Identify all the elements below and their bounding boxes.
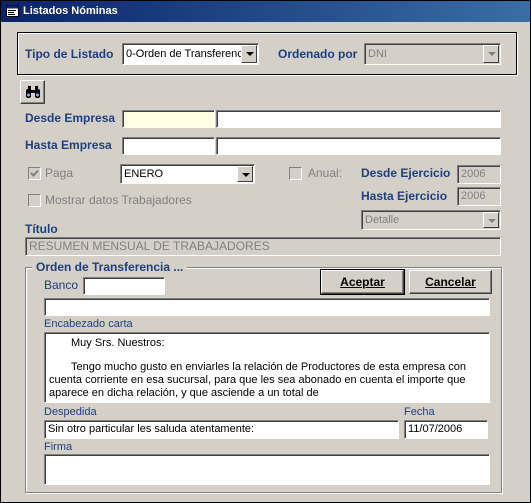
banco-code-input[interactable] bbox=[83, 277, 165, 295]
hasta-empresa-name-input[interactable] bbox=[216, 137, 501, 155]
despedida-input[interactable]: Sin otro particular les saluda atentamen… bbox=[44, 420, 399, 439]
anual-label: Anual: bbox=[308, 166, 343, 180]
encabezado-textarea[interactable]: Muy Srs. Nuestros: Tengo mucho gusto en … bbox=[44, 332, 490, 403]
titulo-input[interactable]: RESUMEN MENSUAL DE TRABAJADORES bbox=[25, 237, 501, 256]
chevron-down-icon[interactable] bbox=[483, 212, 499, 228]
fecha-input[interactable]: 11/07/2006 bbox=[404, 420, 488, 439]
encabezado-label: Encabezado carta bbox=[44, 318, 133, 330]
hasta-empresa-code-input[interactable] bbox=[122, 137, 215, 155]
hasta-empresa-label: Hasta Empresa bbox=[25, 138, 112, 152]
title-bar[interactable]: Listados Nóminas bbox=[1, 1, 530, 22]
banco-label: Banco bbox=[44, 278, 79, 292]
mostrar-datos-label: Mostrar datos Trabajadores bbox=[45, 193, 192, 207]
firma-textarea[interactable] bbox=[44, 454, 490, 485]
desde-empresa-name-input[interactable] bbox=[216, 110, 501, 128]
chevron-down-icon[interactable] bbox=[241, 45, 257, 63]
detalle-value: Detalle bbox=[365, 214, 400, 226]
desde-ejercicio-input[interactable]: 2006 bbox=[457, 165, 501, 184]
check-icon bbox=[30, 169, 39, 177]
paga-select[interactable]: ENERO bbox=[120, 164, 255, 184]
search-button[interactable] bbox=[20, 80, 45, 104]
aceptar-label: Aceptar bbox=[340, 275, 385, 289]
despedida-label: Despedida bbox=[44, 406, 97, 418]
fecha-label: Fecha bbox=[404, 406, 435, 418]
titulo-label: Título bbox=[25, 222, 58, 236]
anual-checkbox[interactable] bbox=[289, 167, 302, 180]
chevron-down-icon[interactable] bbox=[483, 45, 499, 63]
paga-label: Paga bbox=[45, 166, 74, 180]
detalle-select[interactable]: Detalle bbox=[361, 210, 501, 230]
ordenado-por-select[interactable]: DNI bbox=[364, 43, 501, 65]
desde-empresa-label: Desde Empresa bbox=[25, 111, 116, 125]
encabezado-line1: Muy Srs. Nuestros: bbox=[71, 337, 165, 349]
aceptar-button[interactable]: Aceptar bbox=[320, 269, 405, 295]
paga-checkbox[interactable] bbox=[28, 167, 41, 180]
cancelar-button[interactable]: Cancelar bbox=[409, 270, 492, 294]
firma-label: Firma bbox=[44, 441, 73, 453]
encabezado-line2: Tengo mucho gusto en enviarles la relaci… bbox=[49, 361, 467, 399]
chevron-down-icon[interactable] bbox=[237, 166, 253, 182]
binoculars-icon bbox=[25, 86, 40, 98]
orden-transferencia-label: Orden de Transferencia ... bbox=[32, 260, 188, 274]
ordenado-por-value: DNI bbox=[368, 48, 387, 60]
banco-name-input[interactable] bbox=[44, 298, 490, 316]
main-window: Listados Nóminas Tipo de Listado 0-Orden… bbox=[0, 0, 531, 503]
desde-empresa-code-input[interactable] bbox=[122, 110, 215, 128]
ordenado-por-label: Ordenado por bbox=[278, 47, 358, 61]
form-icon bbox=[6, 5, 19, 17]
desde-ejercicio-label: Desde Ejercicio bbox=[361, 166, 451, 180]
hasta-ejercicio-input[interactable]: 2006 bbox=[457, 187, 501, 206]
tipo-listado-label: Tipo de Listado bbox=[25, 47, 114, 61]
cancelar-label: Cancelar bbox=[425, 275, 476, 289]
window-title: Listados Nóminas bbox=[23, 5, 118, 17]
hasta-ejercicio-label: Hasta Ejercicio bbox=[361, 189, 448, 203]
tipo-listado-select[interactable]: 0-Orden de Transferenc bbox=[122, 43, 259, 65]
tipo-listado-value: 0-Orden de Transferenc bbox=[126, 48, 243, 60]
paga-value: ENERO bbox=[124, 168, 164, 180]
mostrar-datos-checkbox[interactable] bbox=[28, 194, 41, 207]
